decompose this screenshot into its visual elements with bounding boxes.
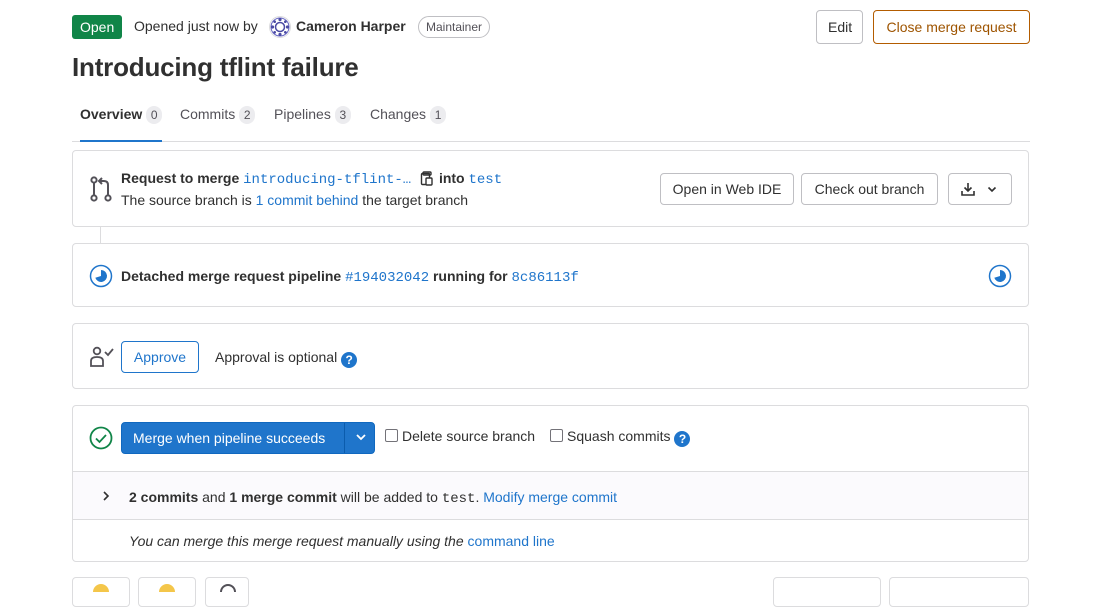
merge-button-label: Merge when pipeline succeeds bbox=[133, 430, 326, 446]
filter-dropdown[interactable] bbox=[889, 577, 1029, 607]
behind-prefix: The source branch is bbox=[121, 192, 252, 208]
open-web-ide-button[interactable]: Open in Web IDE bbox=[660, 173, 794, 205]
thumbs-up-icon bbox=[93, 584, 109, 592]
role-badge: Maintainer bbox=[418, 16, 491, 38]
opened-text: Opened just now by bbox=[134, 18, 258, 34]
checkbox-label: Delete source branch bbox=[402, 428, 536, 444]
status-badge: Open bbox=[72, 15, 123, 39]
merge-request-line: Request to merge introducing-tflint-… in… bbox=[121, 170, 502, 188]
into-text: into bbox=[438, 170, 465, 186]
merge-commit-count: 1 merge commit bbox=[229, 489, 337, 505]
download-icon bbox=[961, 183, 975, 196]
target-branch-link[interactable]: test bbox=[469, 172, 503, 188]
approval-card: Approve Approval is optional? bbox=[72, 323, 1029, 389]
avatar[interactable] bbox=[269, 16, 291, 38]
edit-button[interactable]: Edit bbox=[816, 10, 863, 44]
tab-count: 0 bbox=[146, 106, 163, 124]
commit-summary-text: 2 commits and 1 merge commit will be add… bbox=[129, 489, 617, 507]
tab-label: Changes bbox=[370, 106, 427, 122]
manual-merge-hint: You can merge this merge request manuall… bbox=[129, 533, 555, 549]
status-running-icon[interactable] bbox=[89, 264, 113, 288]
merge-request-info-card: Request to merge introducing-tflint-… in… bbox=[72, 150, 1029, 227]
author-link[interactable]: Cameron Harper bbox=[296, 18, 406, 34]
branch-behind-line: The source branch is 1 commit behind the… bbox=[121, 192, 468, 208]
modify-merge-commit-link[interactable]: Modify merge commit bbox=[483, 489, 617, 505]
approval-optional-text: Approval is optional bbox=[215, 349, 338, 365]
help-icon[interactable]: ? bbox=[674, 431, 691, 447]
approval-optional: Approval is optional? bbox=[215, 349, 358, 368]
merge-card: Merge when pipeline succeeds Delete sour… bbox=[72, 405, 1029, 562]
smiley-icon bbox=[220, 584, 236, 592]
commits-behind-link[interactable]: 1 commit behind bbox=[256, 192, 359, 208]
request-prefix: Request to merge bbox=[121, 170, 240, 186]
period: . bbox=[475, 489, 480, 505]
tab-count: 3 bbox=[334, 106, 351, 124]
tab-count: 1 bbox=[430, 106, 447, 124]
thumbs-up-button[interactable] bbox=[72, 577, 130, 607]
tab-label: Pipelines bbox=[274, 106, 331, 122]
source-branch-link[interactable]: introducing-tflint-… bbox=[243, 172, 411, 188]
and-text: and bbox=[202, 489, 226, 505]
pipeline-middle: running for bbox=[432, 268, 508, 284]
chevron-right-icon[interactable] bbox=[99, 489, 113, 503]
tab-count: 2 bbox=[239, 106, 256, 124]
page-title: Introducing tflint failure bbox=[72, 52, 359, 82]
tab-changes[interactable]: Changes 1 bbox=[370, 106, 447, 142]
add-reaction-button[interactable] bbox=[205, 577, 249, 607]
approval-icon bbox=[90, 346, 114, 367]
checkbox-label: Squash commits bbox=[567, 428, 671, 444]
mr-tabs: Overview 0 Commits 2 Pipelines 3 Changes 1 bbox=[72, 98, 1030, 142]
chevron-down-icon bbox=[987, 186, 997, 193]
help-icon[interactable]: ? bbox=[341, 352, 358, 368]
thumbs-down-button[interactable] bbox=[138, 577, 196, 607]
thumbs-down-icon bbox=[159, 584, 175, 592]
approve-button[interactable]: Approve bbox=[121, 341, 199, 373]
mr-header: Open Opened just now by Cameron Harper M… bbox=[72, 10, 1030, 44]
tab-label: Commits bbox=[180, 106, 236, 122]
status-running-icon[interactable] bbox=[988, 264, 1012, 288]
close-merge-request-button[interactable]: Close merge request bbox=[873, 10, 1030, 44]
connector-line bbox=[100, 227, 101, 243]
squash-commits-checkbox[interactable]: Squash commits? bbox=[550, 428, 691, 447]
manual-merge-text: You can merge this merge request manuall… bbox=[129, 533, 464, 549]
will-be-added-text: will be added to bbox=[340, 489, 438, 505]
behind-suffix: the target branch bbox=[362, 192, 469, 208]
tab-pipelines[interactable]: Pipelines 3 bbox=[274, 106, 351, 142]
copy-icon[interactable] bbox=[419, 170, 435, 186]
pipeline-id-link[interactable]: #194032042 bbox=[345, 270, 429, 286]
commit-summary-row: 2 commits and 1 merge commit will be add… bbox=[73, 471, 1028, 520]
merge-request-icon bbox=[90, 176, 112, 202]
checkbox[interactable] bbox=[385, 429, 398, 442]
command-line-link[interactable]: command line bbox=[468, 533, 555, 549]
commit-sha-link[interactable]: 8c86113f bbox=[512, 270, 579, 286]
delete-source-branch-checkbox[interactable]: Delete source branch bbox=[385, 428, 535, 444]
tab-commits[interactable]: Commits 2 bbox=[180, 106, 256, 142]
merge-button-divider bbox=[344, 423, 345, 453]
download-dropdown-button[interactable] bbox=[948, 173, 1012, 205]
tab-label: Overview bbox=[80, 106, 143, 122]
pipeline-card: Detached merge request pipeline #1940320… bbox=[72, 243, 1029, 307]
avatar-icon bbox=[270, 17, 290, 37]
commits-count: 2 commits bbox=[129, 489, 199, 505]
pipeline-prefix: Detached merge request pipeline bbox=[121, 268, 342, 284]
pipeline-text: Detached merge request pipeline #1940320… bbox=[121, 268, 579, 286]
check-out-branch-button[interactable]: Check out branch bbox=[801, 173, 938, 205]
target-branch-name: test bbox=[441, 491, 476, 507]
sort-dropdown[interactable] bbox=[773, 577, 881, 607]
check-circle-icon bbox=[89, 426, 113, 450]
checkbox[interactable] bbox=[550, 429, 563, 442]
merge-button[interactable]: Merge when pipeline succeeds bbox=[121, 422, 375, 454]
tab-overview[interactable]: Overview 0 bbox=[80, 106, 163, 142]
chevron-down-icon[interactable] bbox=[353, 429, 369, 445]
